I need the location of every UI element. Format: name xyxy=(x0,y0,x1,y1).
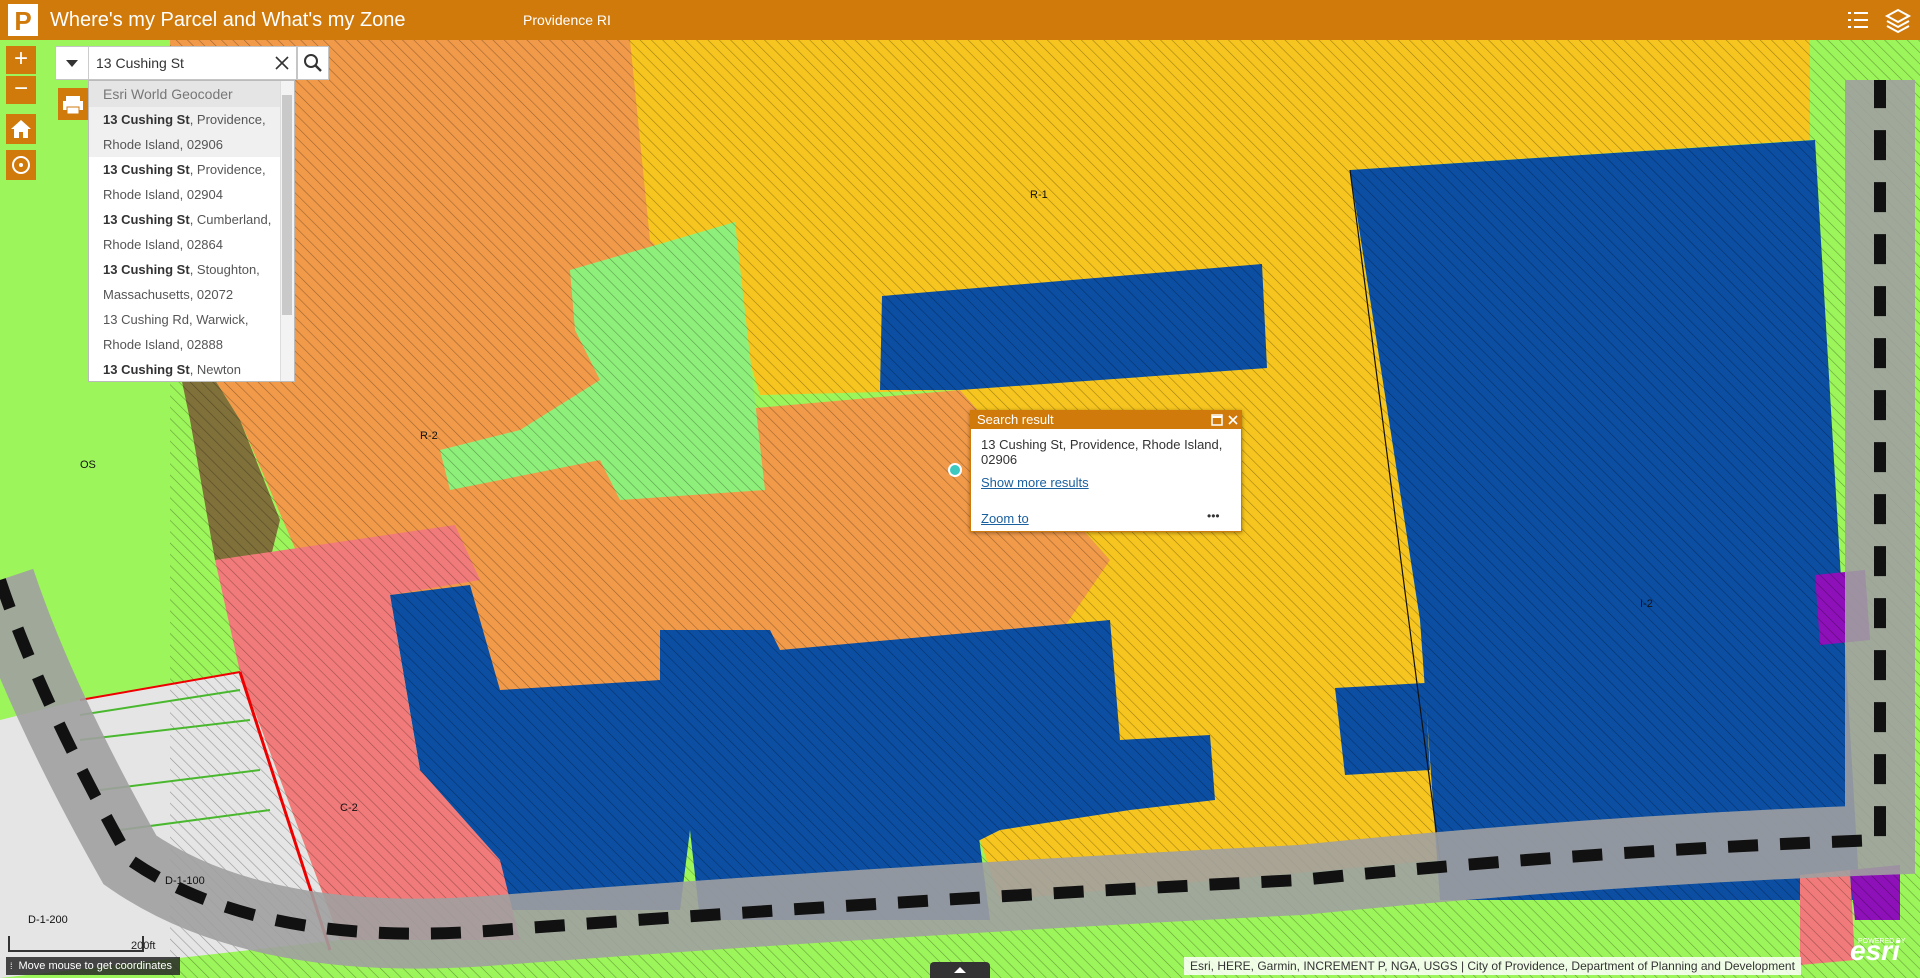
search-suggestions: Esri World Geocoder 13 Cushing St, Provi… xyxy=(88,80,295,382)
clear-icon[interactable] xyxy=(274,55,290,71)
zone-label-i2: I-2 xyxy=(1640,598,1653,610)
home-icon[interactable] xyxy=(6,114,36,144)
app-subtitle: Providence RI xyxy=(523,12,611,28)
bottom-panel-toggle[interactable] xyxy=(930,962,990,978)
svg-text:P: P xyxy=(14,6,31,36)
zoom-in-button[interactable]: + xyxy=(6,46,36,74)
scale-label: 200ft xyxy=(131,940,156,952)
coordinates-widget[interactable]: ⁞ Move mouse to get coordinates xyxy=(6,957,180,975)
suggestion-item[interactable]: 13 Cushing St, Newton xyxy=(89,357,294,381)
app-title: Where's my Parcel and What's my Zone xyxy=(50,9,406,31)
zone-label-r1: R-1 xyxy=(1030,189,1048,201)
search-result-popup: Search result 13 Cushing St, Providence,… xyxy=(970,410,1242,532)
popup-title: Search result xyxy=(977,412,1054,427)
zone-label-os: OS xyxy=(80,459,96,471)
search-widget xyxy=(55,46,297,80)
esri-logo[interactable]: esri xyxy=(1850,935,1900,967)
show-more-results-link[interactable]: Show more results xyxy=(981,475,1089,490)
app-logo-icon: P xyxy=(8,4,38,36)
zone-label-d1-100: D-1-100 xyxy=(165,875,205,887)
zoom-to-link[interactable]: Zoom to xyxy=(981,511,1029,526)
suggestions-scrollbar[interactable] xyxy=(280,81,294,381)
map-attribution: Esri, HERE, Garmin, INCREMENT P, NGA, US… xyxy=(1184,957,1801,975)
zone-label-c2: C-2 xyxy=(340,802,358,814)
popup-address-line1: 13 Cushing St, Providence, Rhode Island, xyxy=(981,437,1223,452)
suggestion-item[interactable]: 13 Cushing St, Providence, Rhode Island, … xyxy=(89,157,294,207)
zone-label-d1-200: D-1-200 xyxy=(28,914,68,926)
suggestion-item[interactable]: 13 Cushing St, Stoughton, Massachusetts, … xyxy=(89,257,294,307)
app-root: R-1 R-2 OS C-2 D-1-100 D-1-200 I-2 P Whe… xyxy=(0,0,1920,978)
popup-header: Search result xyxy=(971,411,1241,429)
print-icon[interactable] xyxy=(58,88,88,120)
coordinates-hint: Move mouse to get coordinates xyxy=(18,960,172,972)
list-icon[interactable] xyxy=(1844,6,1872,34)
close-icon[interactable] xyxy=(1227,414,1239,426)
layers-icon[interactable] xyxy=(1884,6,1912,34)
popup-body: 13 Cushing St, Providence, Rhode Island,… xyxy=(971,429,1241,498)
search-source-dropdown-icon[interactable] xyxy=(56,47,89,79)
zone-label-r2: R-2 xyxy=(420,430,438,442)
locate-icon[interactable] xyxy=(6,150,36,180)
maximize-icon[interactable] xyxy=(1211,414,1223,426)
location-marker-icon[interactable] xyxy=(948,463,962,477)
search-icon[interactable] xyxy=(297,46,329,80)
search-input[interactable] xyxy=(96,47,246,79)
zoom-out-button[interactable]: − xyxy=(6,76,36,104)
chevron-up-icon xyxy=(954,967,966,973)
suggestion-source-header: Esri World Geocoder xyxy=(89,81,294,107)
suggestion-item[interactable]: 13 Cushing St, Providence, Rhode Island, … xyxy=(89,107,294,157)
popup-address-line2: 02906 xyxy=(981,452,1018,467)
more-actions-icon[interactable]: ••• xyxy=(1207,509,1220,523)
coordinates-icon: ⁞ xyxy=(10,961,13,971)
suggestion-item[interactable]: 13 Cushing St, Cumberland, Rhode Island, … xyxy=(89,207,294,257)
scale-bar xyxy=(8,936,144,952)
app-header: P Where's my Parcel and What's my Zone P… xyxy=(0,0,1920,40)
suggestion-item[interactable]: 13 Cushing Rd, Warwick, Rhode Island, 028… xyxy=(89,307,294,357)
